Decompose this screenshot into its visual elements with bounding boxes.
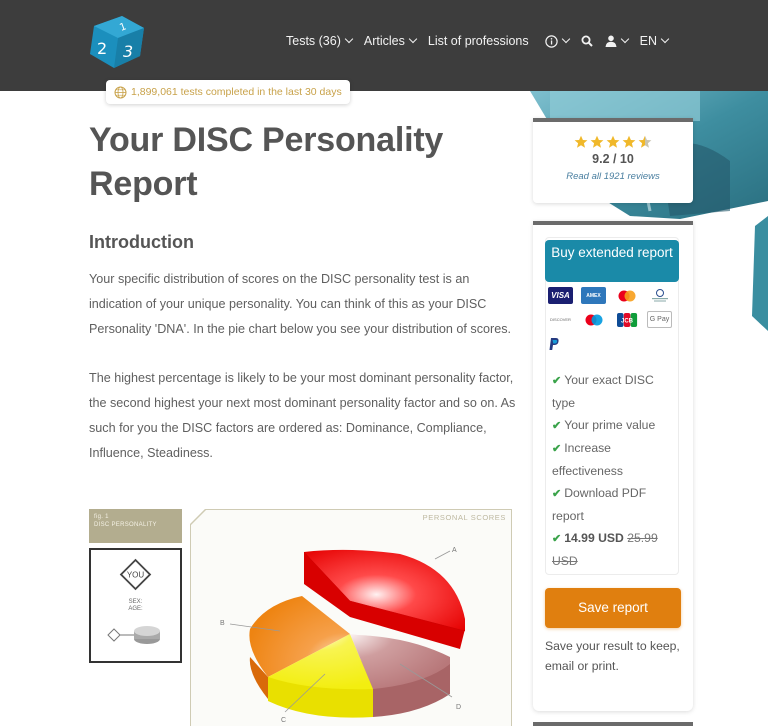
save-note: Save your result to keep, email or print… (545, 639, 680, 673)
pie-label-d: D (456, 704, 461, 711)
check-icon: ✔ (552, 443, 562, 455)
discover-icon: DISCOVER (550, 317, 571, 322)
intro-paragraph-1: Your specific distribution of scores on … (89, 272, 512, 336)
page-title: Your DISC Personality Report (89, 121, 444, 203)
rating-score: 9.2 / 10 (592, 152, 634, 166)
buy-extended-report-button[interactable]: Buy extended report (545, 240, 679, 282)
star-full-icon (574, 135, 588, 148)
paypal-icon (548, 335, 573, 352)
legend-sex-text: SEX: (129, 599, 143, 605)
info-icon (544, 34, 558, 48)
mastercard-icon (614, 287, 639, 304)
legend-age-text: AGE: (128, 606, 143, 612)
pie-label-a: A (452, 547, 457, 554)
figure-title: DISC PERSONALITY (94, 522, 157, 528)
next-card-edge (533, 722, 693, 726)
chevron-down-icon (561, 34, 570, 44)
check-icon: ✔ (552, 375, 562, 387)
globe-icon (114, 86, 127, 98)
feature-list: ✔ Your exact DISC type ✔ Your prime value … (552, 369, 677, 572)
star-full-icon (590, 135, 604, 148)
nav-info[interactable] (544, 34, 570, 48)
svg-text:JCB: JCB (620, 318, 633, 324)
star-full-icon (622, 135, 636, 148)
nav-articles-label: Articles (363, 34, 405, 48)
feature-item: ✔ Increase effectiveness (552, 441, 623, 478)
price-row: ✔ 14.99 USD 25.99 USD (552, 527, 677, 572)
svg-text:3: 3 (123, 42, 133, 61)
figure-number: fig. 1 (94, 514, 109, 520)
language-selector[interactable]: EN (639, 34, 670, 48)
diners-club-icon (647, 287, 672, 304)
figure-legend: YOU SEX: AGE: (89, 548, 182, 663)
nav-search[interactable] (581, 35, 593, 47)
current-price: 14.99 USD (564, 531, 624, 545)
main-content: Your DISC Personality Report Introductio… (89, 118, 519, 466)
pie-label-b: B (220, 620, 225, 627)
save-report-button[interactable]: Save report (545, 588, 681, 628)
feature-item: ✔ Your prime value (552, 418, 656, 432)
amex-icon: AMEX (581, 287, 606, 304)
feature-item: ✔ Download PDF report (552, 486, 647, 523)
check-icon: ✔ (552, 488, 562, 500)
check-icon: ✔ (552, 420, 562, 432)
chevron-down-icon (344, 34, 354, 44)
feature-item: ✔ Your exact DISC type (552, 373, 654, 410)
legend-you-text: YOU (127, 571, 145, 580)
visa-icon: VISA (548, 287, 573, 304)
payment-methods: VISA AMEX DISCOVER JCB G Pay (548, 287, 678, 352)
chevron-down-icon (408, 34, 418, 44)
star-full-icon (606, 135, 620, 148)
intro-paragraph-2: The highest percentage is likely to be y… (89, 371, 516, 460)
nav-professions[interactable]: List of professions (428, 34, 529, 48)
star-rating (533, 135, 693, 149)
read-reviews-link[interactable]: Read all 1921 reviews (533, 171, 693, 182)
star-half-icon (638, 135, 652, 148)
rating-card: 9.2 / 10 Read all 1921 reviews (533, 118, 693, 203)
purchase-card: Buy extended report VISA AMEX DISCOVER J… (533, 221, 693, 711)
pie-label-c: C (281, 717, 286, 724)
page: 1 2 3 Tests (36) Articles List of profes… (0, 0, 768, 726)
nav-professions-label: List of professions (427, 34, 529, 48)
language-label: EN (639, 34, 657, 48)
nav-articles[interactable]: Articles (363, 34, 418, 48)
small-you-diamond-icon (107, 628, 135, 642)
user-icon (605, 35, 617, 47)
logo-dice-icon[interactable]: 1 2 3 (88, 14, 148, 70)
nav-tests[interactable]: Tests (36) (286, 34, 354, 48)
tests-counter-text: 1,899,061 tests completed in the last 30… (131, 86, 342, 98)
chevron-down-icon (620, 34, 629, 44)
nav-account[interactable] (605, 34, 629, 47)
maestro-icon (581, 311, 606, 328)
jcb-icon: JCB (614, 311, 639, 328)
figure-label: fig. 1 DISC PERSONALITY (89, 509, 182, 543)
section-heading-introduction: Introduction (89, 232, 194, 252)
nav-tests-label: Tests (36) (286, 34, 341, 48)
site-header: 1 2 3 Tests (36) Articles List of profes… (0, 0, 768, 91)
google-pay-icon: G Pay (647, 311, 672, 328)
search-icon (581, 35, 593, 47)
tests-counter-badge: 1,899,061 tests completed in the last 30… (106, 80, 350, 104)
pie-disc-icon (134, 626, 160, 644)
main-nav: Tests (36) Articles List of professions (286, 34, 680, 48)
chevron-down-icon (660, 34, 670, 44)
leader-line-a (434, 550, 451, 560)
check-icon: ✔ (552, 533, 562, 545)
pie-chart: A B C D (220, 547, 466, 724)
svg-text:2: 2 (97, 39, 107, 58)
